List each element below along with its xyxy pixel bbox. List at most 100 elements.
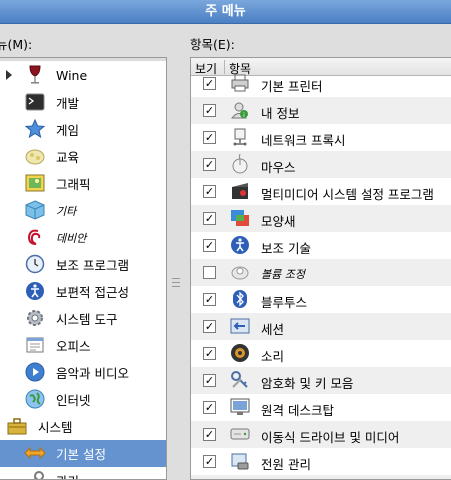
arrows-icon	[24, 442, 46, 464]
show-checkbox[interactable]: ✓	[203, 293, 216, 306]
menu-item-education[interactable]: 교육	[0, 143, 166, 170]
show-checkbox[interactable]: ✓	[203, 158, 216, 171]
window-title: 주 메뉴	[0, 0, 451, 24]
list-item[interactable]: ✓	[191, 475, 451, 479]
show-checkbox[interactable]: ✓	[203, 428, 216, 441]
item-label: 블루투스	[261, 295, 308, 310]
accessibility-icon	[24, 280, 46, 302]
show-checkbox[interactable]: ✓	[203, 212, 216, 225]
show-checkbox[interactable]: ✓	[203, 401, 216, 414]
item-label: 전원 관리	[261, 457, 311, 472]
expander-arrow-icon[interactable]	[6, 70, 12, 80]
list-item[interactable]: ✓ 세션	[191, 313, 451, 340]
show-checkbox[interactable]: ✓	[203, 77, 216, 90]
menu-item-label: 음악과 비디오	[56, 366, 129, 381]
list-item[interactable]: ✓ 암호화 및 키 모음	[191, 367, 451, 394]
menu-item-administration[interactable]: 관리	[0, 467, 166, 479]
show-checkbox[interactable]: ✓	[203, 347, 216, 360]
terminal-icon	[24, 91, 46, 113]
items-list[interactable]: 보기 항목 ✓ 기본 프린터 ✓ i 내 정보 ✓ 네트워크 프록시 ✓ 마우스…	[190, 57, 451, 480]
menu-item-label: 그래픽	[56, 177, 91, 192]
menu-item-office[interactable]: 오피스	[0, 332, 166, 359]
menu-item-label: 시스템	[38, 420, 73, 435]
menu-item-accessories[interactable]: 보조 프로그램	[0, 251, 166, 278]
list-item[interactable]: ✓ 원격 데스크탑	[191, 394, 451, 421]
menu-item-graphics[interactable]: 그래픽	[0, 170, 166, 197]
list-item[interactable]: ✓ 마우스	[191, 151, 451, 178]
show-checkbox[interactable]: ✓	[203, 455, 216, 468]
item-label: 모양새	[261, 214, 296, 229]
show-checkbox[interactable]: ✓	[203, 104, 216, 117]
menu-item-wine[interactable]: Wine	[0, 62, 166, 89]
show-checkbox[interactable]: ✓	[203, 320, 216, 333]
list-item[interactable]: ✓ 네트워크 프록시	[191, 124, 451, 151]
menu-item-system-tools[interactable]: 시스템 도구	[0, 305, 166, 332]
menu-item-development[interactable]: 개발	[0, 89, 166, 116]
menu-item-label: 교육	[56, 150, 80, 165]
menu-item-system[interactable]: 시스템	[0, 413, 166, 440]
toolbox-icon	[6, 415, 28, 437]
menu-item-label: Wine	[56, 68, 88, 83]
show-checkbox[interactable]: ✓	[203, 185, 216, 198]
menu-item-universal-access[interactable]: 보편적 접근성	[0, 278, 166, 305]
list-item[interactable]: ✓ 전원 관리	[191, 448, 451, 475]
menu-item-label: 오피스	[56, 339, 91, 354]
star-icon	[24, 118, 46, 140]
menu-item-other[interactable]: 기타	[0, 197, 166, 224]
education-icon	[24, 145, 46, 167]
speaker-icon	[229, 342, 251, 364]
list-item[interactable]: 볼륨 조정	[191, 259, 451, 286]
gear-icon	[24, 307, 46, 329]
appearance-icon	[229, 207, 251, 229]
item-label: 소리	[261, 349, 285, 364]
menu-item-label: 보편적 접근성	[56, 285, 129, 300]
item-label: 네트워크 프록시	[261, 133, 346, 148]
show-checkbox[interactable]: ✓	[203, 239, 216, 252]
list-item[interactable]: ✓ i 내 정보	[191, 97, 451, 124]
menu-item-label: 기본 설정	[56, 447, 106, 462]
picture-icon	[24, 172, 46, 194]
accessibility-icon	[229, 234, 251, 256]
splitter-grip[interactable]	[172, 278, 180, 292]
list-item[interactable]: ✓ 기본 프린터	[191, 70, 451, 97]
menu-item-label: 시스템 도구	[56, 312, 118, 327]
list-item[interactable]: ✓ 블루투스	[191, 286, 451, 313]
show-checkbox[interactable]: ✓	[203, 131, 216, 144]
list-item[interactable]: ✓ 모양새	[191, 205, 451, 232]
menu-item-debian[interactable]: 데비안	[0, 224, 166, 251]
item-label: 기본 프린터	[261, 79, 323, 94]
item-label: 마우스	[261, 160, 296, 175]
debian-swirl-icon	[24, 226, 46, 248]
cube-icon	[24, 199, 46, 221]
list-item[interactable]: ✓ 이동식 드라이브 및 미디어	[191, 421, 451, 448]
session-icon	[229, 315, 251, 337]
wine-glass-icon	[24, 64, 46, 86]
menu-item-preferences[interactable]: 기본 설정	[0, 440, 166, 467]
item-label: 내 정보	[261, 106, 300, 121]
item-label: 보조 기술	[261, 241, 311, 256]
proxy-icon	[229, 126, 251, 148]
bluetooth-icon	[229, 288, 251, 310]
menu-tree[interactable]: Wine 개발 게임 교육 그래픽 기타 데비안 보조 프로그램 보편적 접근성…	[0, 57, 167, 480]
item-label: 세션	[261, 322, 285, 337]
volume-icon	[229, 261, 251, 283]
menu-item-games[interactable]: 게임	[0, 116, 166, 143]
show-checkbox[interactable]	[203, 266, 216, 279]
items-label: 항목(E):	[190, 37, 235, 52]
menu-item-internet[interactable]: 인터넷	[0, 386, 166, 413]
mouse-icon	[229, 153, 251, 175]
menu-item-label: 기타	[56, 204, 77, 218]
play-icon	[24, 361, 46, 383]
pane-splitter[interactable]	[168, 57, 188, 480]
office-icon	[24, 334, 46, 356]
menu-item-sound-video[interactable]: 음악과 비디오	[0, 359, 166, 386]
about-me-icon: i	[229, 99, 251, 121]
remote-desktop-icon	[229, 396, 251, 418]
globe-icon	[24, 388, 46, 410]
list-item[interactable]: ✓ 소리	[191, 340, 451, 367]
item-label: 원격 데스크탑	[261, 403, 334, 418]
list-item[interactable]: ✓ 보조 기술	[191, 232, 451, 259]
list-item[interactable]: ✓ 멀티미디어 시스템 설정 프로그램	[191, 178, 451, 205]
menu-item-label: 게임	[56, 123, 80, 138]
show-checkbox[interactable]: ✓	[203, 374, 216, 387]
